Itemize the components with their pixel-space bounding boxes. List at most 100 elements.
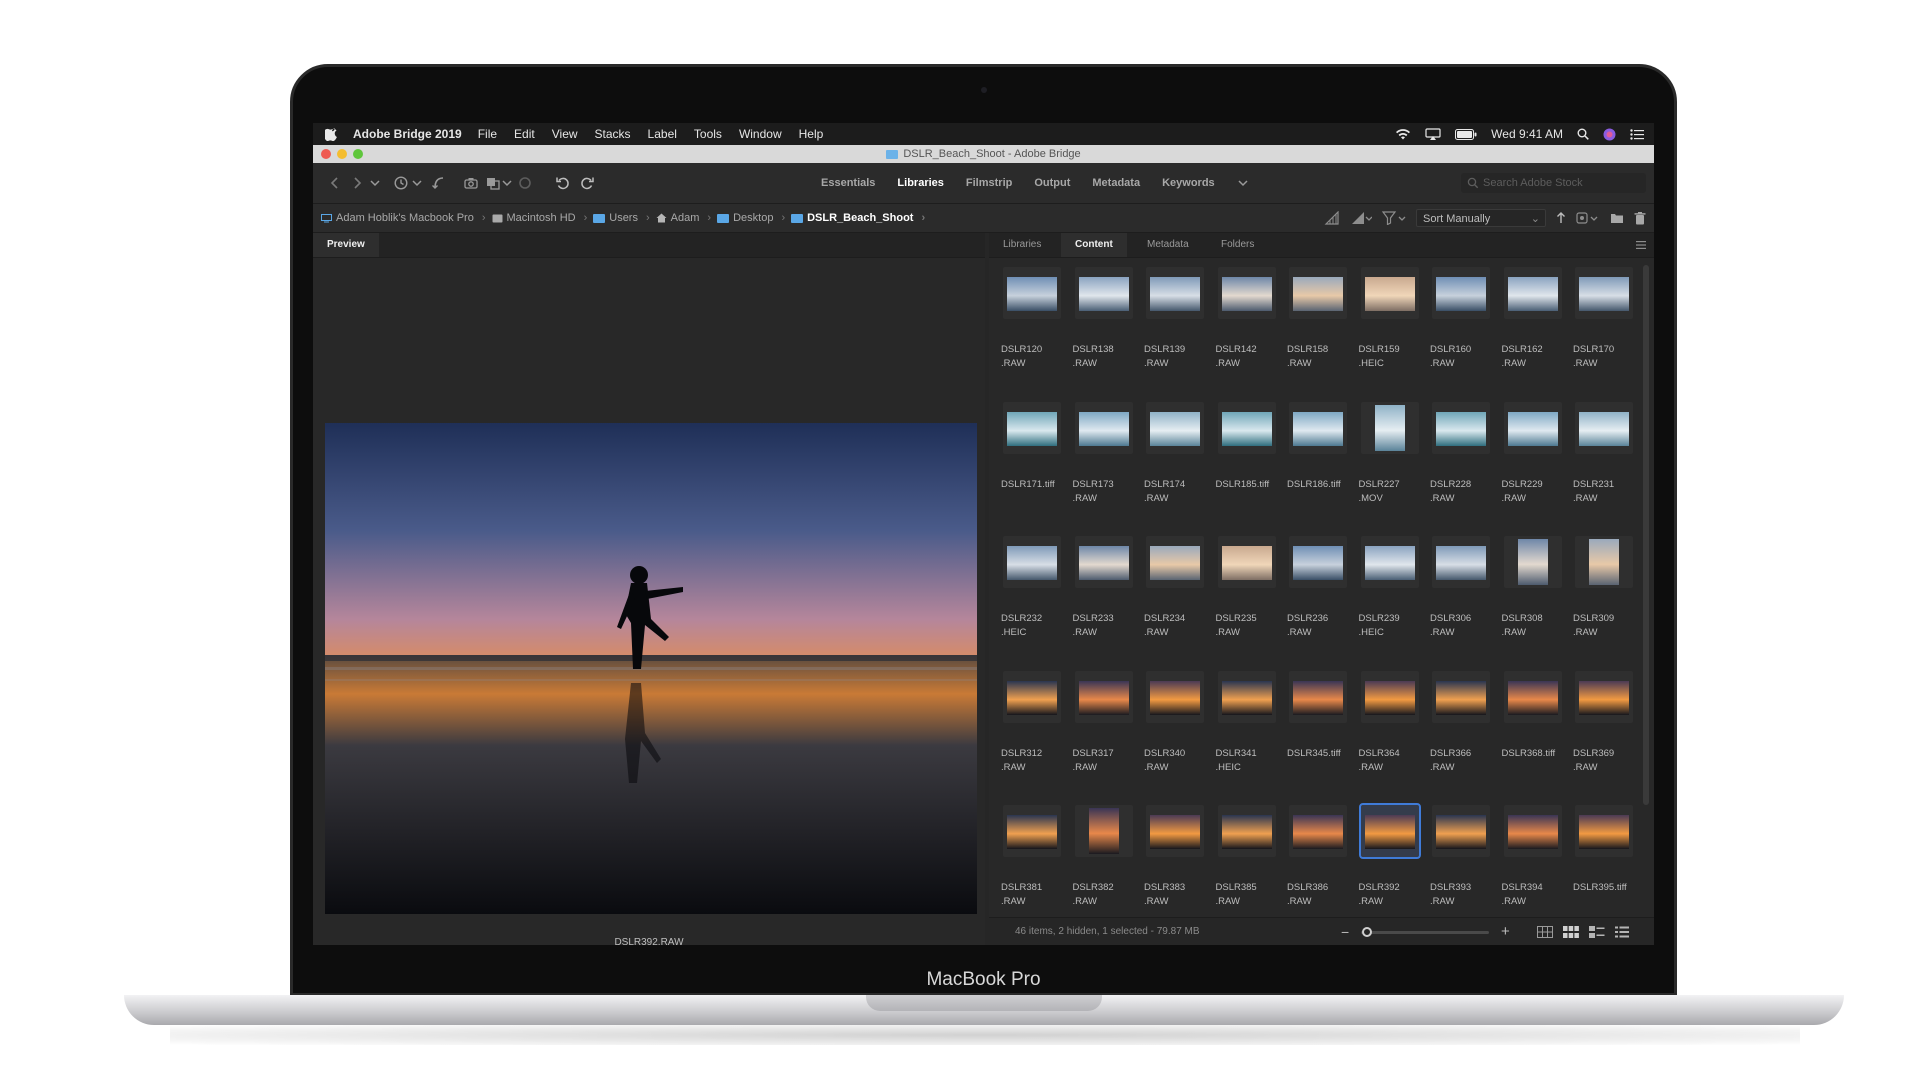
new-folder-icon[interactable]	[1610, 212, 1624, 224]
thumbnail-item[interactable]: DSLR392 .RAW	[1357, 803, 1423, 935]
slider-knob[interactable]	[1362, 927, 1373, 937]
thumbnail-image[interactable]	[1146, 267, 1204, 319]
thumbnail-item[interactable]: DSLR232 .HEIC	[999, 536, 1065, 666]
airplay-icon[interactable]	[1425, 128, 1441, 140]
quality-filter-icon[interactable]	[1350, 211, 1372, 225]
zoom-in-button[interactable]: +	[1501, 923, 1510, 940]
forward-icon[interactable]	[349, 175, 365, 191]
thumbnail-image[interactable]	[1074, 401, 1133, 454]
thumbnail-item[interactable]: DSLR158 .RAW	[1285, 267, 1351, 397]
thumbnail-item[interactable]: DSLR142 .RAW	[1214, 267, 1280, 397]
thumbnail-image[interactable]	[1575, 401, 1633, 454]
thumbnail-item[interactable]: DSLR382 .RAW	[1071, 805, 1137, 935]
thumbnail-item[interactable]: DSLR340 .RAW	[1142, 670, 1208, 801]
thumbnail-item[interactable]: DSLR364 .RAW	[1357, 670, 1423, 801]
filter-items-icon[interactable]	[1382, 211, 1406, 225]
thumbnail-item[interactable]: DSLR186.tiff	[1285, 401, 1351, 532]
get-photos-from-camera-icon[interactable]	[463, 175, 479, 191]
thumbnail-image[interactable]	[1432, 805, 1490, 857]
thumbnail-image[interactable]	[1003, 267, 1061, 319]
thumbnail-item[interactable]: DSLR160 .RAW	[1428, 267, 1494, 397]
thumbnail-image[interactable]	[1432, 401, 1490, 454]
menubar-clock[interactable]: Wed 9:41 AM	[1491, 127, 1563, 141]
menu-view[interactable]: View	[552, 127, 578, 141]
thumbnail-image[interactable]	[1146, 401, 1204, 454]
open-in-camera-raw-icon[interactable]	[517, 175, 533, 191]
thumbnail-image[interactable]	[1360, 267, 1419, 319]
thumbnail-item[interactable]: DSLR227 .MOV	[1357, 401, 1423, 532]
thumbnail-image[interactable]	[1146, 670, 1204, 723]
workspace-metadata[interactable]: Metadata	[1092, 177, 1140, 189]
content-scrollbar[interactable]	[1643, 265, 1649, 805]
thumbnail-item[interactable]: DSLR393 .RAW	[1428, 805, 1494, 935]
thumbnail-image[interactable]	[1217, 267, 1276, 319]
thumbnail-item[interactable]: DSLR394 .RAW	[1500, 805, 1566, 935]
tab-folders[interactable]: Folders	[1207, 233, 1268, 257]
thumbnail-item[interactable]: DSLR385 .RAW	[1214, 805, 1280, 935]
menu-file[interactable]: File	[478, 127, 497, 141]
menu-window[interactable]: Window	[739, 127, 782, 141]
thumbnail-item[interactable]: DSLR170 .RAW	[1571, 267, 1637, 397]
view-details-icon[interactable]	[1589, 926, 1605, 938]
thumbnail-item[interactable]: DSLR233 .RAW	[1071, 536, 1137, 666]
thumbnail-item[interactable]: DSLR231 .RAW	[1571, 401, 1637, 532]
recent-files-chevron-icon[interactable]	[409, 175, 425, 191]
thumbnail-item[interactable]: DSLR120 .RAW	[999, 267, 1065, 397]
thumbnail-item[interactable]: DSLR306 .RAW	[1428, 536, 1494, 666]
thumbnail-item[interactable]: DSLR159 .HEIC	[1357, 267, 1423, 397]
recent-files-icon[interactable]	[393, 175, 409, 191]
thumbnail-item[interactable]: DSLR235 .RAW	[1214, 536, 1280, 666]
workspace-output[interactable]: Output	[1034, 177, 1070, 189]
thumbnail-image[interactable]	[1146, 536, 1204, 588]
window-title-bar[interactable]: DSLR_Beach_Shoot - Adobe Bridge	[313, 145, 1654, 163]
thumbnail-item[interactable]: DSLR317 .RAW	[1071, 670, 1137, 801]
thumbnail-item[interactable]: DSLR341 .HEIC	[1214, 670, 1280, 801]
thumbnail-image[interactable]	[1003, 401, 1061, 454]
thumbnail-image[interactable]	[1217, 536, 1276, 588]
thumbnail-size-slider[interactable]	[1361, 927, 1489, 937]
workspace-keywords[interactable]: Keywords	[1162, 177, 1215, 189]
thumbnail-image[interactable]	[1503, 536, 1562, 588]
recent-chevron-down-icon[interactable]	[367, 175, 383, 191]
close-window-button[interactable]	[321, 149, 331, 159]
thumbnail-image[interactable]	[1217, 670, 1276, 723]
view-thumbnails-icon[interactable]	[1563, 926, 1579, 938]
thumbnail-image[interactable]	[1358, 803, 1421, 859]
breadcrumb-users[interactable]: Users ›	[593, 212, 650, 224]
thumbnail-image[interactable]	[1289, 536, 1347, 588]
rotate-left-icon[interactable]	[555, 175, 571, 191]
menu-label[interactable]: Label	[648, 127, 677, 141]
thumbnail-image[interactable]	[1217, 401, 1276, 454]
zoom-out-button[interactable]: −	[1341, 924, 1349, 940]
more-workspaces-chevron-icon[interactable]	[1237, 177, 1249, 189]
thumbnail-item[interactable]: DSLR138 .RAW	[1071, 267, 1137, 397]
thumbnail-item[interactable]: DSLR381 .RAW	[999, 805, 1065, 935]
menu-help[interactable]: Help	[799, 127, 824, 141]
minimize-window-button[interactable]	[337, 149, 347, 159]
thumbnail-item[interactable]: DSLR309 .RAW	[1571, 536, 1637, 666]
wifi-icon[interactable]	[1395, 128, 1411, 140]
sort-dropdown[interactable]: Sort Manually ⌄	[1416, 209, 1546, 227]
thumbnail-item[interactable]: DSLR395.tiff	[1571, 805, 1637, 935]
thumbnail-image[interactable]	[1289, 401, 1347, 454]
thumbnail-item[interactable]: DSLR308 .RAW	[1500, 536, 1566, 666]
thumbnail-image[interactable]	[1289, 670, 1347, 723]
thumbnail-item[interactable]: DSLR369 .RAW	[1571, 670, 1637, 801]
thumbnail-image[interactable]	[1503, 401, 1562, 454]
delete-trash-icon[interactable]	[1634, 211, 1646, 225]
workspace-libraries[interactable]: Libraries	[897, 177, 943, 189]
thumbnail-item[interactable]: DSLR171.tiff	[999, 401, 1065, 532]
thumbnail-item[interactable]: DSLR228 .RAW	[1428, 401, 1494, 532]
workspace-essentials[interactable]: Essentials	[821, 177, 875, 189]
sort-ascending-icon[interactable]	[1556, 212, 1566, 224]
notification-center-icon[interactable]	[1630, 128, 1644, 140]
thumbnail-image[interactable]	[1503, 805, 1562, 857]
back-icon[interactable]	[327, 175, 343, 191]
thumbnail-item[interactable]: DSLR234 .RAW	[1142, 536, 1208, 666]
zoom-window-button[interactable]	[353, 149, 363, 159]
thumbnail-item[interactable]: DSLR312 .RAW	[999, 670, 1065, 801]
thumbnail-image[interactable]	[1575, 670, 1633, 723]
thumbnail-item[interactable]: DSLR229 .RAW	[1500, 401, 1566, 532]
thumbnail-image[interactable]	[1360, 536, 1419, 588]
app-name[interactable]: Adobe Bridge 2019	[353, 127, 462, 141]
